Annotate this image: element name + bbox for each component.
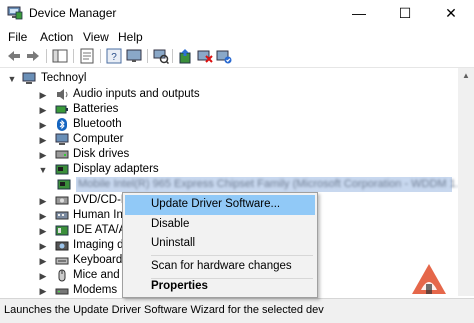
- window-title: Device Manager: [29, 6, 117, 20]
- toolbar-separator: [100, 49, 101, 63]
- tree-item-bluetooth[interactable]: ▶ Bluetooth: [0, 118, 300, 133]
- tree-item-label: Computer: [73, 133, 124, 145]
- context-item-disable[interactable]: Disable: [125, 215, 315, 235]
- expand-arrow-icon[interactable]: ▶: [38, 225, 48, 237]
- tree-root[interactable]: ▼ Technoyl: [0, 72, 200, 87]
- speaker-icon: [57, 89, 68, 100]
- display-icon[interactable]: [126, 48, 142, 64]
- menu-action[interactable]: Action: [40, 30, 73, 44]
- forward-arrow-icon[interactable]: [25, 48, 41, 64]
- uninstall-icon[interactable]: [197, 48, 213, 64]
- selected-device-highlight: Mobile Intel(R) 965 Express Chipset Fami…: [76, 177, 458, 192]
- selected-device-label: Mobile Intel(R) 965 Express Chipset Fami…: [78, 178, 458, 190]
- scroll-up-arrow-icon[interactable]: ▲: [458, 68, 474, 84]
- properties-icon[interactable]: [79, 48, 95, 64]
- ide-controller-icon: [55, 225, 69, 236]
- context-item-properties[interactable]: Properties: [125, 277, 315, 296]
- expand-arrow-icon[interactable]: ▶: [38, 270, 48, 282]
- back-arrow-icon[interactable]: [6, 48, 22, 64]
- enable-device-icon[interactable]: [216, 48, 232, 64]
- toolbar-separator: [147, 49, 148, 63]
- tree-root-label: Technoyl: [41, 72, 87, 84]
- minimize-button[interactable]: —: [336, 0, 382, 27]
- dvd-drive-icon: [55, 196, 69, 205]
- mouse-icon: [58, 269, 66, 282]
- bluetooth-icon: [57, 118, 67, 131]
- close-button[interactable]: ✕: [428, 0, 474, 27]
- collapse-arrow-icon[interactable]: ▼: [7, 73, 17, 85]
- expand-arrow-icon[interactable]: ▶: [38, 255, 48, 267]
- expand-arrow-icon[interactable]: ▶: [38, 240, 48, 252]
- context-item-label: Update Driver Software...: [151, 198, 281, 210]
- watermark-logo: [412, 264, 446, 294]
- hid-icon: [55, 211, 69, 220]
- tree-item-label: Display adapters: [73, 163, 159, 175]
- tree-item-label: Modems: [73, 284, 118, 296]
- expand-arrow-icon[interactable]: ▶: [38, 149, 48, 161]
- show-hide-console-tree-icon[interactable]: [52, 48, 68, 64]
- computer-icon: [22, 72, 36, 84]
- tree-item-label: Bluetooth: [73, 118, 122, 130]
- context-item-label: Properties: [151, 280, 208, 292]
- status-bar: Launches the Update Driver Software Wiza…: [0, 298, 474, 323]
- expand-arrow-icon[interactable]: ▶: [38, 195, 48, 207]
- status-text: Launches the Update Driver Software Wiza…: [4, 304, 324, 316]
- tree-item-label: Audio inputs and outputs: [73, 88, 200, 100]
- context-item-label: Scan for hardware changes: [151, 260, 292, 272]
- context-item-uninstall[interactable]: Uninstall: [125, 234, 315, 254]
- battery-icon: [55, 105, 68, 114]
- context-item-label: Disable: [151, 218, 190, 230]
- tree-item-display-adapters[interactable]: ▼ Display adapters: [0, 163, 300, 178]
- svg-text:?: ?: [111, 52, 117, 63]
- expand-arrow-icon[interactable]: ▶: [38, 134, 48, 146]
- keyboard-icon: [55, 257, 69, 265]
- vertical-scrollbar[interactable]: ▲: [458, 68, 474, 296]
- scan-hardware-icon[interactable]: [153, 48, 169, 64]
- expand-arrow-icon[interactable]: ▶: [38, 210, 48, 222]
- expand-arrow-icon[interactable]: ▶: [38, 285, 48, 296]
- context-item-label: Uninstall: [151, 237, 196, 249]
- device-manager-icon: [7, 6, 23, 20]
- context-menu-separator: [151, 255, 313, 256]
- toolbar: ?: [0, 47, 474, 68]
- title-bar: Device Manager — ☐ ✕: [0, 0, 474, 27]
- menu-bar: File Action View Help: [0, 27, 474, 47]
- tree-item-audio[interactable]: ▶ Audio inputs and outputs: [0, 88, 300, 103]
- tree-item-disk-drives[interactable]: ▶ Disk drives: [0, 148, 300, 163]
- expand-arrow-icon[interactable]: ▶: [38, 119, 48, 131]
- camera-icon: [55, 241, 69, 251]
- menu-help[interactable]: Help: [118, 30, 143, 44]
- expand-arrow-icon[interactable]: ▶: [38, 104, 48, 116]
- tree-item-batteries[interactable]: ▶ Batteries: [0, 103, 300, 118]
- tree-item-label: Disk drives: [73, 148, 130, 160]
- menu-view[interactable]: View: [83, 30, 109, 44]
- tree-item-label: Batteries: [73, 103, 119, 115]
- tree-item-label: Keyboards: [73, 254, 128, 266]
- help-icon[interactable]: ?: [106, 48, 122, 64]
- tree-item-computer[interactable]: ▶ Computer: [0, 133, 300, 148]
- collapse-arrow-icon[interactable]: ▼: [38, 164, 48, 176]
- toolbar-separator: [46, 49, 47, 63]
- display-adapter-icon: [57, 179, 71, 190]
- expand-arrow-icon[interactable]: ▶: [38, 89, 48, 101]
- display-adapter-icon: [55, 164, 69, 175]
- tree-child-display-adapter[interactable]: Mobile Intel(R) 965 Express Chipset Fami…: [0, 177, 458, 193]
- update-driver-icon[interactable]: [177, 48, 193, 64]
- disk-drive-icon: [55, 150, 69, 159]
- toolbar-separator: [73, 49, 74, 63]
- computer-icon: [55, 133, 69, 145]
- context-item-update-driver[interactable]: Update Driver Software...: [125, 195, 315, 215]
- context-menu: Update Driver Software... Disable Uninst…: [122, 192, 318, 298]
- maximize-button[interactable]: ☐: [382, 0, 428, 27]
- toolbar-separator: [172, 49, 173, 63]
- menu-file[interactable]: File: [8, 30, 27, 44]
- modem-icon: [55, 288, 69, 295]
- context-item-scan[interactable]: Scan for hardware changes: [125, 257, 315, 277]
